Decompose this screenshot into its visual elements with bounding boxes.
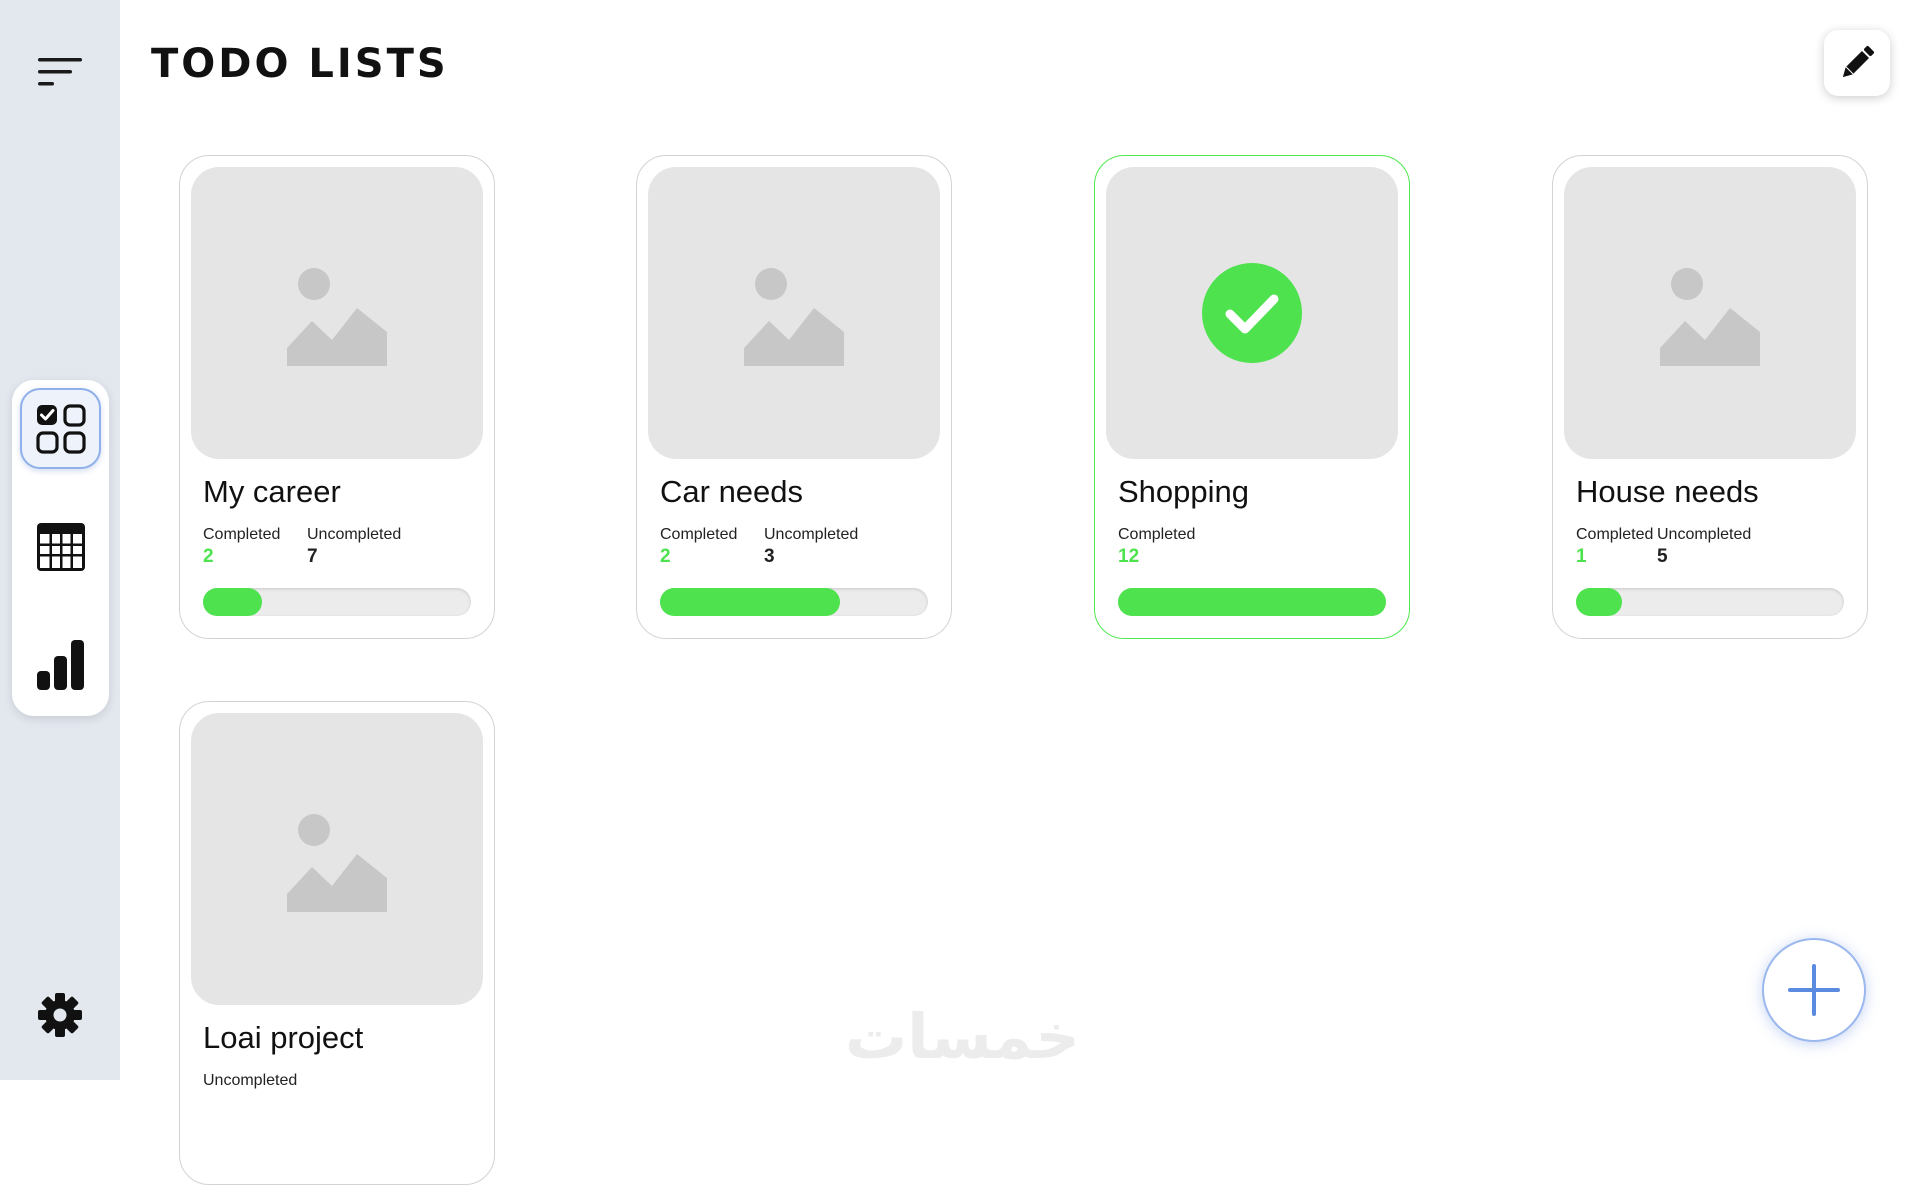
completed-label: Completed [1576,526,1654,543]
list-thumbnail [191,713,483,1005]
completed-count: 1 [1576,546,1587,567]
progress-bar [1576,588,1844,616]
list-thumbnail [1564,167,1856,459]
bar-chart-icon [36,639,84,690]
nav-item-lists[interactable] [20,388,101,469]
uncompleted-label: Uncompleted [203,1072,298,1089]
uncompleted-stat: Uncompleted [203,1072,297,1090]
table-calendar-icon [36,522,85,571]
watermark: خمسات [845,1000,1080,1073]
edit-button[interactable] [1824,30,1890,96]
image-placeholder-icon [744,268,844,366]
progress-fill [1118,588,1386,616]
add-list-button[interactable] [1762,938,1866,1042]
uncompleted-label: Uncompleted [764,526,859,543]
plus-icon [1788,964,1840,1016]
progress-fill [203,588,262,616]
list-title: My career [203,474,341,509]
completed-label: Completed [1118,526,1196,543]
list-card-completed[interactable]: Shopping Completed 12 [1094,155,1410,639]
nav-item-stats[interactable] [20,624,101,705]
completed-stat: Completed 2 [203,526,280,568]
list-card[interactable]: Car needs Completed 2 Uncompleted 3 [636,155,952,639]
completed-count: 2 [203,546,214,567]
image-placeholder-icon [287,268,387,366]
check-circle-icon [1202,263,1302,363]
progress-fill [1576,588,1622,616]
list-thumbnail [191,167,483,459]
sidebar [0,0,120,1080]
progress-bar [203,588,471,616]
uncompleted-count: 5 [1657,546,1668,567]
list-card[interactable]: Loai project Uncompleted [179,701,495,1185]
nav-item-table[interactable] [20,506,101,587]
settings-button[interactable] [35,990,85,1040]
uncompleted-count: 7 [307,546,318,567]
image-placeholder-icon [1660,268,1760,366]
completed-label: Completed [203,526,281,543]
list-title: Loai project [203,1020,364,1055]
image-placeholder-icon [287,814,387,912]
progress-fill [660,588,840,616]
completed-label: Completed [660,526,738,543]
completed-stat: Completed 12 [1118,526,1195,568]
pencil-icon [1842,45,1875,78]
uncompleted-label: Uncompleted [1657,526,1752,543]
page-title: TODO LISTS [151,41,449,87]
list-title: Car needs [660,474,804,509]
progress-bar [1118,588,1386,616]
uncompleted-label: Uncompleted [307,526,402,543]
completed-stat: Completed 1 [1576,526,1653,568]
completed-stat: Completed 2 [660,526,737,568]
progress-bar [660,588,928,616]
checklist-grid-icon [35,403,86,454]
list-title: Shopping [1118,474,1250,509]
list-card[interactable]: My career Completed 2 Uncompleted 7 [179,155,495,639]
menu-lines-icon [38,58,82,86]
uncompleted-stat: Uncompleted 5 [1657,526,1751,568]
nav-group [12,380,109,716]
completed-count: 12 [1118,546,1140,567]
list-card[interactable]: House needs Completed 1 Uncompleted 5 [1552,155,1868,639]
completed-count: 2 [660,546,671,567]
uncompleted-stat: Uncompleted 7 [307,526,401,568]
list-title: House needs [1576,474,1759,509]
list-thumbnail [648,167,940,459]
uncompleted-count: 3 [764,546,775,567]
menu-button[interactable] [36,56,84,88]
gear-icon [38,993,82,1037]
uncompleted-stat: Uncompleted 3 [764,526,858,568]
list-thumbnail [1106,167,1398,459]
